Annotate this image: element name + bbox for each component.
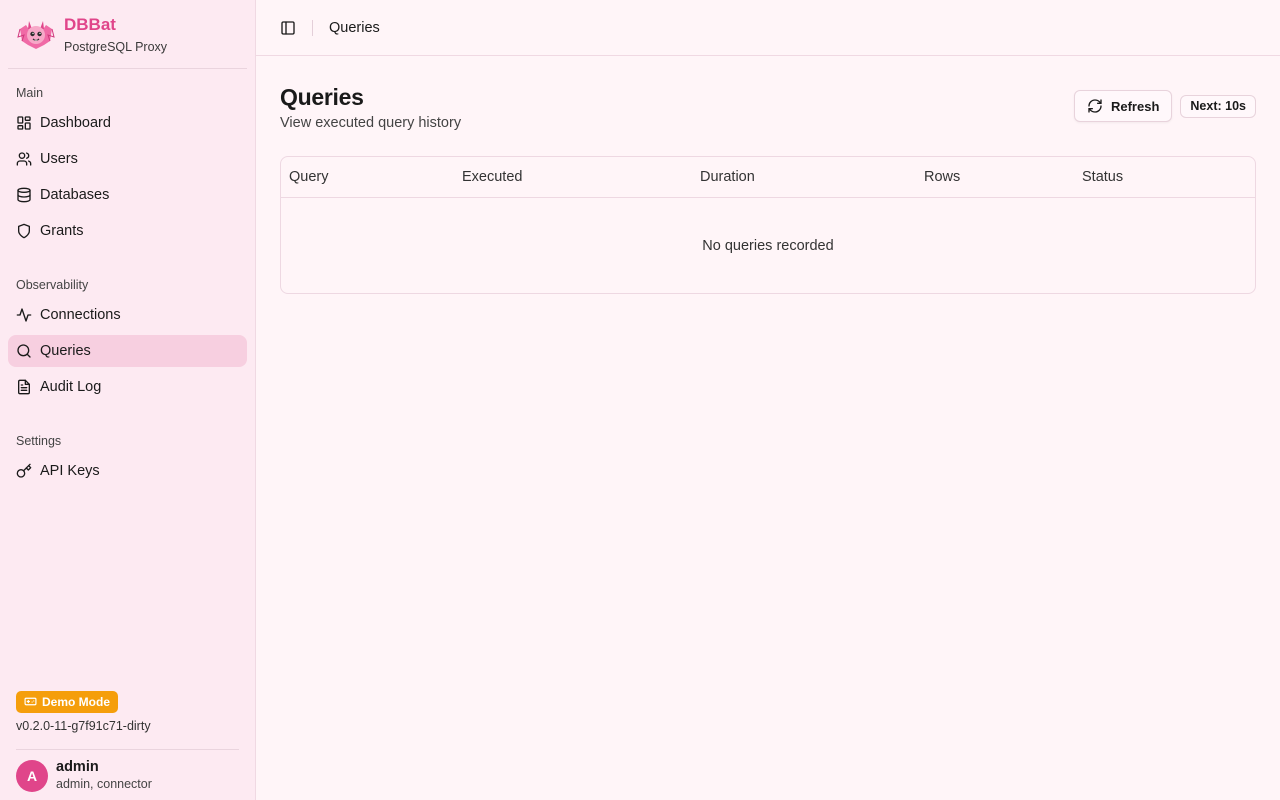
brand[interactable]: DBBat PostgreSQL Proxy [0,0,255,68]
sidebar-item-audit-log[interactable]: Audit Log [8,371,247,403]
refresh-icon [1087,98,1103,114]
divider [312,19,313,36]
table-empty-state: No queries recorded [702,237,834,254]
sidebar: DBBat PostgreSQL Proxy Main Dashboard Us… [0,0,256,800]
column-header-rows[interactable]: Rows [916,169,1074,185]
divider [8,68,247,69]
sidebar-item-label: Databases [40,187,110,203]
sidebar-item-grants[interactable]: Grants [8,215,247,247]
table-header: Query Executed Duration Rows Status [281,157,1255,198]
nav-group-settings: Settings API Keys [0,431,255,487]
sidebar-item-label: Queries [40,343,91,359]
sidebar-item-label: Users [40,151,78,167]
next-refresh-badge: Next: 10s [1180,94,1256,118]
page-content: Queries View executed query history Refr… [256,56,1280,294]
user-name: admin [56,759,99,775]
column-header-query[interactable]: Query [281,169,454,185]
sidebar-item-dashboard[interactable]: Dashboard [8,107,247,139]
user-profile[interactable]: A admin admin, connector [0,750,255,800]
sidebar-item-connections[interactable]: Connections [8,299,247,331]
activity-icon [16,307,32,323]
brand-subtitle: PostgreSQL Proxy [64,40,168,54]
column-header-duration[interactable]: Duration [692,169,916,185]
column-header-status[interactable]: Status [1074,169,1255,185]
nav-group-observability: Observability Connections Queries Audit … [0,275,255,403]
sidebar-item-users[interactable]: Users [8,143,247,175]
users-icon [16,151,32,167]
file-text-icon [16,379,32,395]
breadcrumb: Queries [329,19,380,36]
search-icon [16,343,32,359]
key-icon [16,463,32,479]
page-title: Queries [280,84,364,110]
demo-mode-badge: Demo Mode [16,690,119,713]
page-header: Queries View executed query history Refr… [280,82,1256,132]
sidebar-footer: Demo Mode v0.2.0-11-g7f91c71-dirty A adm… [0,690,255,800]
sidebar-toggle-button[interactable] [274,14,302,42]
sidebar-item-label: Audit Log [40,379,102,395]
gamepad-icon [24,695,38,709]
topbar: Queries [256,0,1280,56]
nav-group-label: Main [16,86,44,100]
nav-group-label: Settings [16,434,62,448]
panel-left-icon [281,20,295,35]
sidebar-item-queries[interactable]: Queries [8,335,247,367]
avatar: A [16,759,48,792]
brand-name: DBBat [64,15,116,34]
column-header-executed[interactable]: Executed [454,169,692,185]
shield-icon [16,223,32,239]
sidebar-item-api-keys[interactable]: API Keys [8,455,247,487]
nav-group-main: Main Dashboard Users Databases Grants [0,83,255,247]
database-icon [16,187,32,203]
app: DBBat PostgreSQL Proxy Main Dashboard Us… [0,0,1280,800]
nav-group-label: Observability [16,278,89,292]
sidebar-item-label: Grants [40,223,84,239]
refresh-button[interactable]: Refresh [1073,90,1173,122]
page-actions: Refresh Next: 10s [1073,90,1256,122]
sidebar-item-databases[interactable]: Databases [8,179,247,211]
user-roles: admin, connector [56,777,152,791]
sidebar-item-label: API Keys [40,463,100,479]
refresh-label: Refresh [1110,98,1160,114]
demo-mode-label: Demo Mode [42,694,111,709]
bat-logo-icon [17,21,55,49]
sidebar-item-label: Dashboard [40,115,111,131]
main-area: Queries Queries View executed query hist… [256,0,1280,800]
page-description: View executed query history [280,115,462,131]
queries-table: Query Executed Duration Rows Status No q… [280,156,1256,294]
sidebar-item-label: Connections [40,307,121,323]
version-text: v0.2.0-11-g7f91c71-dirty [16,719,151,733]
dashboard-icon [16,115,32,131]
